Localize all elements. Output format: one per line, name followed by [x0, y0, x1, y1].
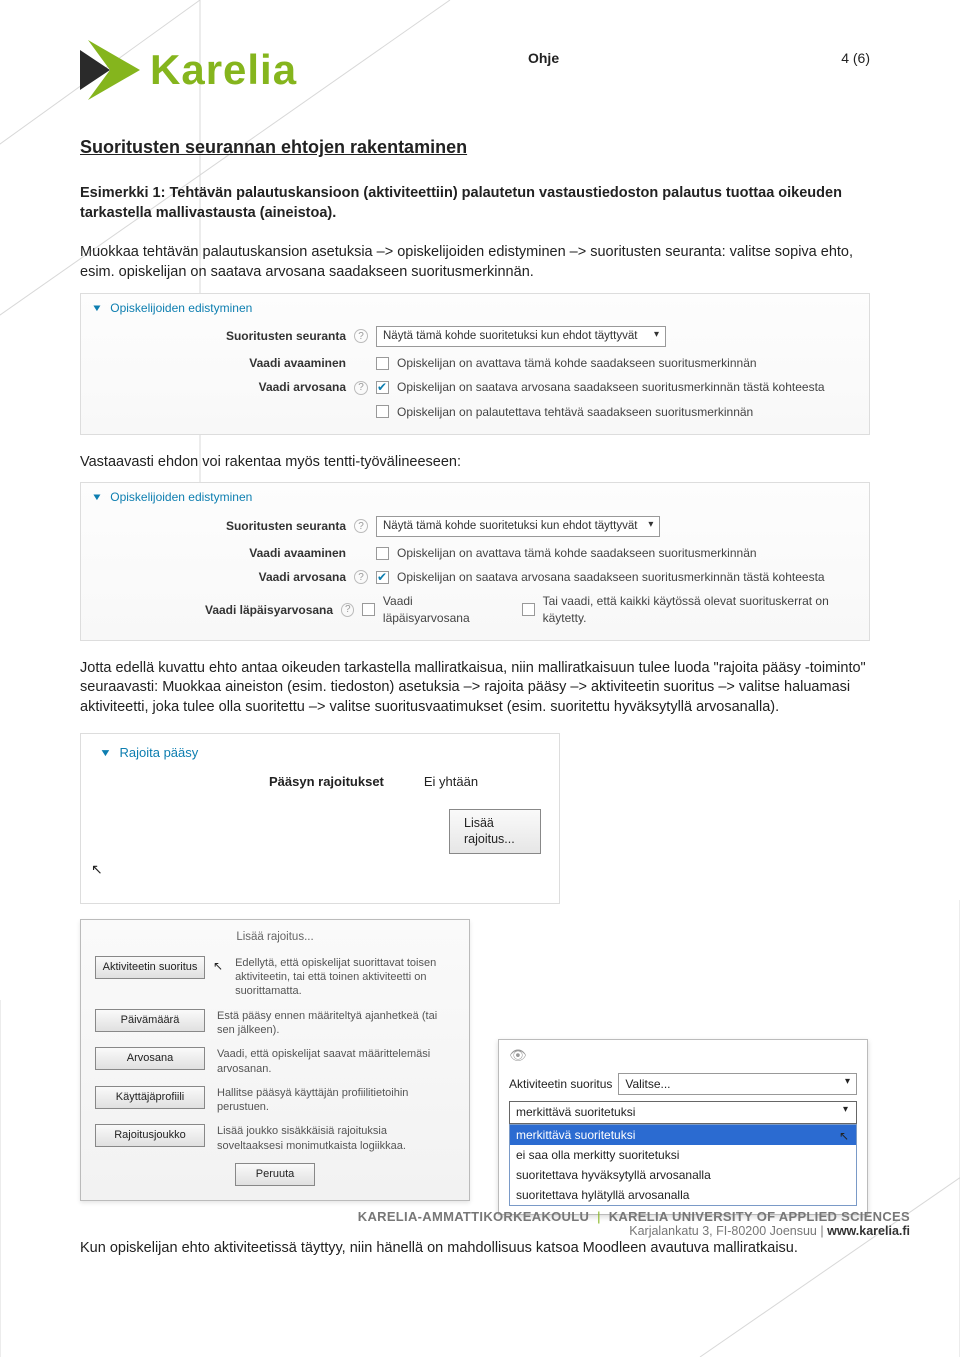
restriction-option-date[interactable]: Päivämäärä	[95, 1009, 205, 1032]
help-icon[interactable]: ?	[354, 381, 368, 395]
settings-panel-progress-1: ▼ Opiskelijoiden edistyminen Suoritusten…	[80, 293, 870, 435]
panel-section-title: Opiskelijoiden edistyminen	[110, 301, 252, 315]
require-view-label: Vaadi avaaminen	[91, 355, 346, 371]
brand-logo: Karelia	[80, 40, 297, 100]
require-grade-checkbox[interactable]	[376, 571, 389, 584]
completion-tracking-label: Suoritusten seuranta	[91, 328, 346, 344]
chevron-down-icon: ▼	[91, 301, 103, 314]
restrict-access-panel: ▼ Rajoita pääsy Pääsyn rajoitukset Ei yh…	[80, 733, 560, 905]
chevron-down-icon: ▼	[91, 491, 103, 504]
dropdown-option[interactable]: suoritettava hylätyllä arvosanalla	[510, 1185, 856, 1205]
page-title: Suoritusten seurannan ehtojen rakentamin…	[80, 135, 870, 159]
require-view-checkbox[interactable]	[376, 357, 389, 370]
help-icon[interactable]: ?	[354, 329, 368, 343]
completion-tracking-label: Suoritusten seuranta	[91, 518, 346, 534]
footer-url[interactable]: www.karelia.fi	[827, 1224, 910, 1238]
require-grade-text: Opiskelijan on saatava arvosana saadakse…	[397, 569, 825, 585]
require-grade-checkbox[interactable]	[376, 381, 389, 394]
require-all-attempts-text: Tai vaadi, että kaikki käytössä olevat s…	[543, 593, 859, 625]
panel-section-header[interactable]: ▼ Rajoita pääsy	[99, 744, 541, 762]
page-footer: KARELIA-AMMATTIKORKEAKOULU | KARELIA UNI…	[0, 1209, 910, 1238]
add-restriction-button[interactable]: Lisää rajoitus...	[449, 809, 541, 855]
help-icon[interactable]: ?	[354, 570, 368, 584]
require-submit-text: Opiskelijan on palautettava tehtävä saad…	[397, 404, 753, 420]
cursor-icon: ↖	[839, 1128, 849, 1144]
restriction-desc: Vaadi, että opiskelijat saavat määrittel…	[217, 1047, 455, 1076]
completion-status-select[interactable]: merkittävä suoritetuksi	[509, 1101, 857, 1123]
completion-status-dropdown: merkittävä suoritetuksi ei saa olla merk…	[509, 1124, 857, 1207]
require-grade-label: Vaadi arvosana	[91, 569, 346, 585]
page-number: 4 (6)	[790, 50, 870, 66]
require-submit-checkbox[interactable]	[376, 405, 389, 418]
activity-completion-label: Aktiviteetin suoritus	[509, 1076, 612, 1092]
require-view-text: Opiskelijan on avattava tämä kohde saada…	[397, 355, 757, 371]
require-all-attempts-checkbox[interactable]	[522, 603, 534, 616]
dropdown-option[interactable]: ei saa olla merkitty suoritetuksi	[510, 1145, 856, 1165]
example-heading: Esimerkki 1: Tehtävän palautuskansioon (…	[80, 184, 870, 223]
require-pass-label: Vaadi läpäisyarvosana	[91, 602, 333, 618]
completion-tracking-select[interactable]: Näytä tämä kohde suoritetuksi kun ehdot …	[376, 516, 660, 538]
completion-tracking-select[interactable]: Näytä tämä kohde suoritetuksi kun ehdot …	[376, 326, 666, 348]
footer-address: Karjalankatu 3, FI-80200 Joensuu	[629, 1224, 817, 1238]
restriction-desc: Edellytä, että opiskelijat suorittavat t…	[235, 956, 455, 999]
activity-completion-popup: 👁 Aktiviteetin suoritus Valitse... merki…	[498, 1039, 868, 1215]
require-grade-label: Vaadi arvosana	[91, 379, 346, 395]
chevron-down-icon: ▼	[99, 745, 112, 759]
paragraph-3: Jotta edellä kuvattu ehto antaa oikeuden…	[80, 659, 870, 718]
add-restriction-dialog: Lisää rajoitus... Aktiviteetin suoritus …	[80, 919, 470, 1201]
dropdown-option[interactable]: suoritettava hyväksytyllä arvosanalla	[510, 1165, 856, 1185]
restriction-desc: Lisää joukko sisäkkäisiä rajoituksia sov…	[217, 1124, 455, 1153]
restriction-option-activity[interactable]: Aktiviteetin suoritus	[95, 956, 205, 979]
restriction-option-profile[interactable]: Käyttäjäprofiili	[95, 1086, 205, 1109]
restrict-section-title: Rajoita pääsy	[120, 745, 199, 760]
require-pass-checkbox[interactable]	[362, 603, 374, 616]
brand-name: Karelia	[150, 46, 297, 94]
panel-section-title: Opiskelijoiden edistyminen	[110, 490, 252, 504]
paragraph-2: Vastaavasti ehdon voi rakentaa myös tent…	[80, 453, 870, 473]
settings-panel-progress-2: ▼ Opiskelijoiden edistyminen Suoritusten…	[80, 482, 870, 640]
footer-org-en: KARELIA UNIVERSITY OF APPLIED SCIENCES	[609, 1209, 910, 1224]
panel-section-header[interactable]: ▼ Opiskelijoiden edistyminen	[91, 489, 859, 505]
require-view-label: Vaadi avaaminen	[91, 545, 346, 561]
cursor-icon: ↖	[91, 861, 103, 877]
restriction-desc: Hallitse pääsyä käyttäjän profiilitietoi…	[217, 1086, 455, 1115]
footer-org-fi: KARELIA-AMMATTIKORKEAKOULU	[358, 1209, 589, 1224]
help-icon[interactable]: ?	[341, 603, 354, 617]
eye-icon[interactable]: 👁	[499, 1040, 867, 1067]
activity-select[interactable]: Valitse...	[618, 1073, 857, 1095]
panel-section-header[interactable]: ▼ Opiskelijoiden edistyminen	[91, 300, 859, 316]
help-icon[interactable]: ?	[354, 519, 368, 533]
require-view-checkbox[interactable]	[376, 547, 389, 560]
restrictions-value: Ei yhtään	[424, 773, 478, 791]
doc-type-label: Ohje	[297, 50, 790, 66]
restriction-option-set[interactable]: Rajoitusjoukko	[95, 1124, 205, 1147]
paragraph-1: Muokkaa tehtävän palautuskansion asetuks…	[80, 243, 870, 282]
require-grade-text: Opiskelijan on saatava arvosana saadakse…	[397, 379, 825, 395]
require-view-text: Opiskelijan on avattava tämä kohde saada…	[397, 545, 757, 561]
cursor-icon: ↖	[213, 958, 223, 974]
dialog-cancel-button[interactable]: Peruuta	[235, 1163, 315, 1186]
restriction-option-grade[interactable]: Arvosana	[95, 1047, 205, 1070]
require-pass-text1: Vaadi läpäisyarvosana	[383, 593, 497, 625]
restriction-desc: Estä pääsy ennen määriteltyä ajanhetkeä …	[217, 1009, 455, 1038]
paragraph-4: Kun opiskelijan ehto aktiviteetissä täyt…	[80, 1239, 870, 1259]
restrictions-label: Pääsyn rajoitukset	[269, 773, 384, 791]
dialog-title: Lisää rajoitus...	[95, 930, 455, 946]
dropdown-option[interactable]: merkittävä suoritetuksi	[510, 1125, 856, 1145]
